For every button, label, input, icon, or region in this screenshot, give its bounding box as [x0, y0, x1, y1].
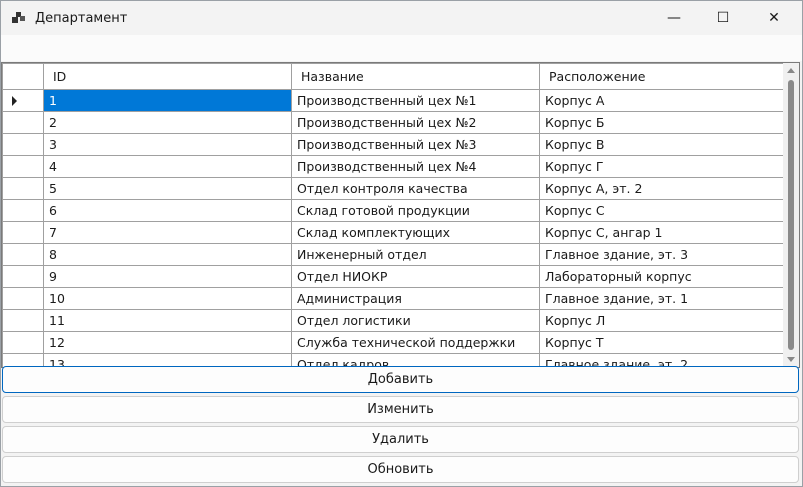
- window-title: Департамент: [35, 11, 128, 26]
- cell-id[interactable]: 7: [43, 221, 292, 244]
- close-icon: ✕: [768, 10, 780, 26]
- cell-id[interactable]: 2: [43, 111, 292, 134]
- cell-name[interactable]: Инженерный отдел: [291, 243, 540, 266]
- table-row[interactable]: 8 Инженерный отдел Главное здание, эт. 3: [2, 243, 788, 266]
- row-header-corner[interactable]: [2, 63, 44, 90]
- minimize-button[interactable]: —: [649, 1, 699, 35]
- minimize-icon: —: [667, 10, 681, 26]
- header-row: ID Название Расположение: [2, 63, 788, 90]
- current-row-indicator-icon: [12, 96, 17, 106]
- scroll-down-icon[interactable]: [787, 357, 795, 362]
- cell-name[interactable]: Производственный цех №3: [291, 133, 540, 156]
- cell-id[interactable]: 5: [43, 177, 292, 200]
- cell-name[interactable]: Служба технической поддержки: [291, 331, 540, 354]
- cell-name[interactable]: Производственный цех №2: [291, 111, 540, 134]
- column-header-id[interactable]: ID: [43, 63, 292, 90]
- cell-name[interactable]: Отдел контроля качества: [291, 177, 540, 200]
- row-header[interactable]: [2, 89, 44, 112]
- table-row[interactable]: 2 Производственный цех №2 Корпус Б: [2, 111, 788, 134]
- row-header[interactable]: [2, 309, 44, 332]
- cell-name[interactable]: Отдел НИОКР: [291, 265, 540, 288]
- row-header[interactable]: [2, 155, 44, 178]
- cell-location[interactable]: Корпус Т: [539, 331, 788, 354]
- delete-button[interactable]: Удалить: [2, 426, 799, 453]
- table-row[interactable]: 4 Производственный цех №4 Корпус Г: [2, 155, 788, 178]
- table-row[interactable]: 6 Склад готовой продукции Корпус С: [2, 199, 788, 222]
- vertical-scrollbar[interactable]: [783, 63, 799, 367]
- cell-id[interactable]: 8: [43, 243, 292, 266]
- cell-id[interactable]: 3: [43, 133, 292, 156]
- row-header[interactable]: [2, 243, 44, 266]
- row-header[interactable]: [2, 331, 44, 354]
- grid-table: ID Название Расположение 1 Производственн…: [2, 63, 788, 367]
- row-header[interactable]: [2, 199, 44, 222]
- table-row[interactable]: 12 Служба технической поддержки Корпус Т: [2, 331, 788, 354]
- row-header[interactable]: [2, 177, 44, 200]
- refresh-button[interactable]: Обновить: [2, 456, 799, 483]
- scrollbar-thumb[interactable]: [788, 80, 794, 350]
- cell-name[interactable]: Склад готовой продукции: [291, 199, 540, 222]
- app-icon: [12, 12, 25, 23]
- data-grid[interactable]: ID Название Расположение 1 Производственн…: [1, 62, 800, 368]
- cell-id[interactable]: 1: [43, 89, 292, 112]
- cell-location[interactable]: Корпус А: [539, 89, 788, 112]
- title-bar[interactable]: Департамент — ☐ ✕: [1, 1, 802, 35]
- department-window: Департамент — ☐ ✕ ID Название Расположен…: [0, 0, 803, 487]
- table-row[interactable]: 5 Отдел контроля качества Корпус А, эт. 2: [2, 177, 788, 200]
- cell-name[interactable]: Производственный цех №1: [291, 89, 540, 112]
- cell-name[interactable]: Склад комплектующих: [291, 221, 540, 244]
- table-row[interactable]: 7 Склад комплектующих Корпус С, ангар 1: [2, 221, 788, 244]
- table-row[interactable]: 1 Производственный цех №1 Корпус А: [2, 89, 788, 112]
- cell-location[interactable]: Корпус А, эт. 2: [539, 177, 788, 200]
- edit-button[interactable]: Изменить: [2, 396, 799, 423]
- add-button[interactable]: Добавить: [2, 366, 799, 393]
- cell-location[interactable]: Главное здание, эт. 1: [539, 287, 788, 310]
- cell-id[interactable]: 6: [43, 199, 292, 222]
- cell-location[interactable]: Корпус Б: [539, 111, 788, 134]
- cell-location[interactable]: Корпус Л: [539, 309, 788, 332]
- close-button[interactable]: ✕: [749, 1, 799, 35]
- toolstrip: [1, 35, 802, 61]
- cell-name[interactable]: Администрация: [291, 287, 540, 310]
- row-header[interactable]: [2, 221, 44, 244]
- cell-id[interactable]: 10: [43, 287, 292, 310]
- cell-location[interactable]: Главное здание, эт. 3: [539, 243, 788, 266]
- cell-id[interactable]: 12: [43, 331, 292, 354]
- column-header-location[interactable]: Расположение: [539, 63, 788, 90]
- cell-id[interactable]: 9: [43, 265, 292, 288]
- cell-location[interactable]: Корпус В: [539, 133, 788, 156]
- cell-id[interactable]: 4: [43, 155, 292, 178]
- maximize-icon: ☐: [716, 10, 730, 26]
- cell-id[interactable]: 11: [43, 309, 292, 332]
- cell-location[interactable]: Лабораторный корпус: [539, 265, 788, 288]
- row-header[interactable]: [2, 265, 44, 288]
- cell-name[interactable]: Отдел логистики: [291, 309, 540, 332]
- maximize-button[interactable]: ☐: [698, 1, 748, 35]
- table-row[interactable]: 10 Администрация Главное здание, эт. 1: [2, 287, 788, 310]
- cell-location[interactable]: Корпус С: [539, 199, 788, 222]
- row-header[interactable]: [2, 287, 44, 310]
- column-header-name[interactable]: Название: [291, 63, 540, 90]
- row-header[interactable]: [2, 133, 44, 156]
- cell-name[interactable]: Производственный цех №4: [291, 155, 540, 178]
- scroll-up-icon[interactable]: [787, 68, 795, 73]
- cell-location[interactable]: Корпус С, ангар 1: [539, 221, 788, 244]
- table-row[interactable]: 9 Отдел НИОКР Лабораторный корпус: [2, 265, 788, 288]
- row-header[interactable]: [2, 111, 44, 134]
- table-row[interactable]: 3 Производственный цех №3 Корпус В: [2, 133, 788, 156]
- cell-location[interactable]: Корпус Г: [539, 155, 788, 178]
- table-row[interactable]: 11 Отдел логистики Корпус Л: [2, 309, 788, 332]
